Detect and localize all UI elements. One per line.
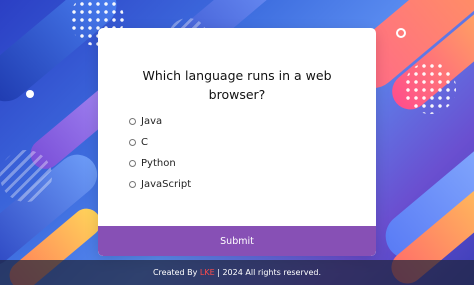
option-label: C	[141, 137, 148, 148]
background-striped-circle	[0, 150, 52, 202]
option-label: JavaScript	[141, 179, 192, 190]
answer-options: Java C Python JavaScript	[129, 111, 191, 195]
submit-button[interactable]: Submit	[98, 226, 376, 256]
footer: Created By LKE | 2024 All rights reserve…	[0, 260, 474, 285]
background-dot-pattern	[404, 62, 456, 114]
radio-button[interactable]	[129, 118, 136, 125]
option-java[interactable]: Java	[129, 111, 191, 132]
option-javascript[interactable]: JavaScript	[129, 174, 191, 195]
radio-button[interactable]	[129, 181, 136, 188]
quiz-card: Which language runs in a web browser? Ja…	[98, 28, 376, 256]
option-python[interactable]: Python	[129, 153, 191, 174]
footer-prefix: Created By	[152, 268, 200, 277]
radio-button[interactable]	[129, 139, 136, 146]
option-label: Python	[141, 158, 176, 169]
option-c[interactable]: C	[129, 132, 191, 153]
radio-button[interactable]	[129, 160, 136, 167]
option-label: Java	[141, 116, 163, 127]
background-dot	[26, 90, 34, 98]
footer-brand-link[interactable]: LKE	[200, 268, 215, 277]
background-ring	[396, 28, 406, 38]
footer-suffix: | 2024 All rights reserved.	[214, 268, 322, 277]
question-text: Which language runs in a web browser?	[142, 68, 332, 102]
